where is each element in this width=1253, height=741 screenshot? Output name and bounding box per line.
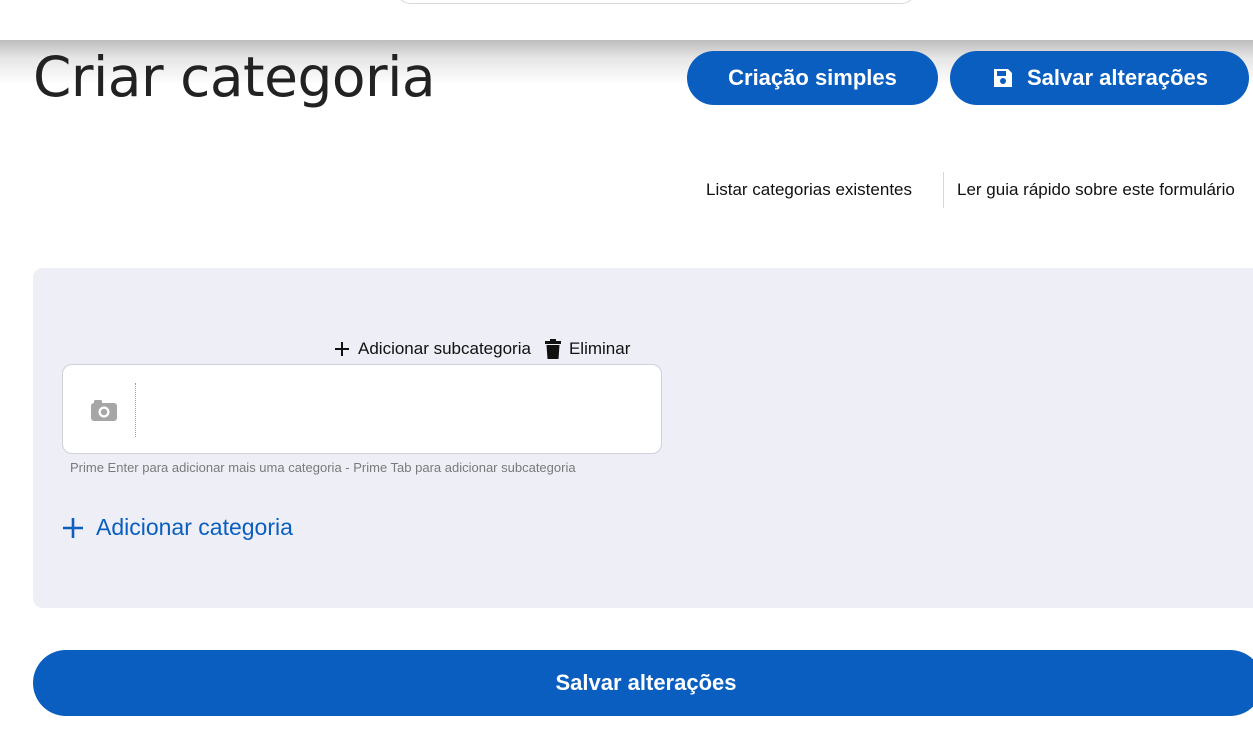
trash-icon [544,339,561,359]
add-subcategory-button[interactable]: Adicionar subcategoria [334,339,531,359]
page-title: Criar categoria [33,45,436,109]
save-changes-button-top[interactable]: Salvar alterações [950,51,1249,105]
plus-icon [335,342,349,356]
secondary-links: Listar categorias existentes Ler guia rá… [0,172,1253,208]
link-divider [943,172,944,208]
add-category-button[interactable]: Adicionar categoria [62,514,293,541]
simple-creation-label: Criação simples [728,65,897,90]
add-subcategory-label: Adicionar subcategoria [358,339,531,358]
list-categories-link[interactable]: Listar categorias existentes [706,172,912,208]
top-search-bar-edge[interactable] [395,0,917,4]
save-changes-button-bottom[interactable]: Salvar alterações [33,650,1253,716]
save-changes-label-top: Salvar alterações [1026,65,1209,90]
save-changes-label-bottom: Salvar alterações [555,670,737,695]
category-actions: Adicionar subcategoria Eliminar [334,336,630,362]
category-name-input[interactable] [143,383,647,439]
camera-icon[interactable] [89,397,119,423]
simple-creation-button[interactable]: Criação simples [687,51,938,105]
category-card [62,364,662,454]
floppy-disk-icon [991,66,1015,90]
plus-icon [63,517,83,538]
quick-guide-link[interactable]: Ler guia rápido sobre este formulário [957,172,1235,208]
add-category-label: Adicionar categoria [96,514,293,540]
top-bar [0,0,1253,40]
delete-category-button[interactable]: Eliminar [544,339,631,359]
keyboard-hint: Prime Enter para adicionar mais uma cate… [70,460,576,475]
delete-label: Eliminar [568,339,631,358]
dotted-separator [135,383,136,437]
